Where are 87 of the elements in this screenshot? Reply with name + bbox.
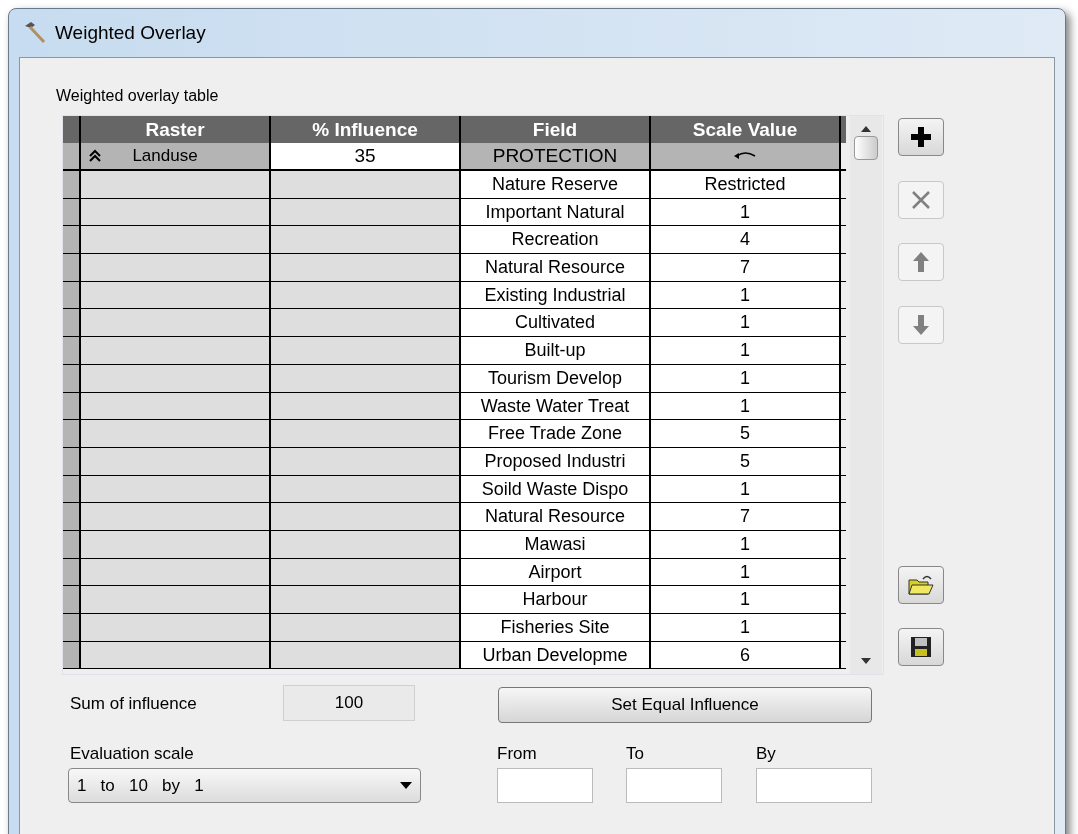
table-cell: Cultivated: [461, 309, 651, 337]
sum-label: Sum of influence: [70, 693, 197, 715]
plus-icon: [910, 126, 932, 148]
table-cell: Recreation: [461, 226, 651, 254]
table-cell[interactable]: 1: [651, 281, 841, 309]
table-cell: Airport: [461, 558, 651, 586]
table-cell[interactable]: 1: [651, 392, 841, 420]
table-cell: Urban Developme: [461, 641, 651, 669]
row-header[interactable]: [63, 254, 81, 281]
scroll-thumb[interactable]: [854, 136, 878, 160]
row-header[interactable]: [63, 198, 81, 226]
range-label: From: [497, 743, 537, 765]
evaluation-scale-label: Evaluation scale: [70, 743, 194, 765]
table-cell[interactable]: 7: [651, 503, 841, 530]
close-icon: [910, 189, 932, 211]
scrollbar[interactable]: [850, 116, 882, 674]
row-header[interactable]: [63, 614, 81, 641]
table-cell: Waste Water Treat: [461, 392, 651, 420]
table-cell[interactable]: 1: [651, 558, 841, 586]
table-cell: Harbour: [461, 586, 651, 613]
table-cell: PROTECTION: [461, 143, 651, 169]
row-header[interactable]: [63, 392, 81, 420]
undo-icon[interactable]: [733, 151, 757, 161]
table-cell: Natural Resource: [461, 254, 651, 281]
table-cell: Built-up: [461, 337, 651, 364]
evaluation-scale-dropdown[interactable]: 1 to 10 by 1: [68, 768, 421, 803]
table-cell[interactable]: Landuse: [81, 143, 271, 169]
row-header[interactable]: [63, 171, 81, 198]
table-cell[interactable]: 1: [651, 586, 841, 613]
table-cell[interactable]: 1: [651, 475, 841, 503]
table-cell[interactable]: 7: [651, 254, 841, 281]
row-header[interactable]: [63, 281, 81, 309]
table-cell[interactable]: 1: [651, 614, 841, 641]
row-header[interactable]: [63, 364, 81, 392]
table-cell: Mawasi: [461, 530, 651, 558]
scroll-up-icon[interactable]: [861, 126, 871, 132]
table-cell[interactable]: 6: [651, 641, 841, 669]
save-button[interactable]: [898, 628, 944, 666]
table-label: Weighted overlay table: [56, 86, 219, 106]
up-arrow-icon: [912, 251, 930, 273]
table-cell[interactable]: 5: [651, 420, 841, 447]
row-header[interactable]: [63, 558, 81, 586]
table-cell: Soild Waste Dispo: [461, 475, 651, 503]
table-cell: Fisheries Site: [461, 614, 651, 641]
add-button[interactable]: [898, 118, 944, 156]
down-arrow-icon: [912, 314, 930, 336]
row-header[interactable]: [63, 503, 81, 530]
table-cell[interactable]: Restricted: [651, 171, 841, 198]
table-cell[interactable]: 5: [651, 447, 841, 475]
table-cell: Free Trade Zone: [461, 420, 651, 447]
row-header[interactable]: [63, 447, 81, 475]
table-cell[interactable]: 1: [651, 337, 841, 364]
row-header[interactable]: [63, 143, 81, 169]
row-header[interactable]: [63, 226, 81, 254]
sum-field: 100: [283, 685, 415, 721]
table-cell[interactable]: 1: [651, 364, 841, 392]
table-cell[interactable]: 1: [651, 309, 841, 337]
dropdown-arrow-icon: [400, 782, 412, 789]
window-title: Weighted Overlay: [55, 20, 206, 45]
table-cell: Natural Resource: [461, 503, 651, 530]
folder-icon: [908, 574, 934, 596]
range-label: To: [626, 743, 644, 765]
table-cell[interactable]: 1: [651, 530, 841, 558]
table-cell: Tourism Develop: [461, 364, 651, 392]
table-cell: Nature Reserve: [461, 171, 651, 198]
range-label: By: [756, 743, 776, 765]
row-header[interactable]: [63, 309, 81, 337]
open-button[interactable]: [898, 566, 944, 604]
row-header[interactable]: [63, 475, 81, 503]
range-input[interactable]: [497, 768, 593, 803]
table-cell: Existing Industrial: [461, 281, 651, 309]
collapse-icon[interactable]: [89, 149, 101, 163]
set-equal-influence-button[interactable]: Set Equal Influence: [498, 687, 872, 723]
raster-name: Landuse: [131, 145, 199, 168]
row-header[interactable]: [63, 420, 81, 447]
table-cell[interactable]: 35: [271, 143, 461, 169]
row-header[interactable]: [63, 641, 81, 669]
row-header[interactable]: [63, 530, 81, 558]
table-cell: Important Natural: [461, 198, 651, 226]
range-input[interactable]: [756, 768, 872, 803]
row-header[interactable]: [63, 337, 81, 364]
scroll-down-icon[interactable]: [861, 658, 871, 664]
range-input[interactable]: [626, 768, 722, 803]
table-cell[interactable]: 4: [651, 226, 841, 254]
row-header[interactable]: [63, 586, 81, 613]
table-cell: Proposed Industri: [461, 447, 651, 475]
table-cell[interactable]: 1: [651, 198, 841, 226]
